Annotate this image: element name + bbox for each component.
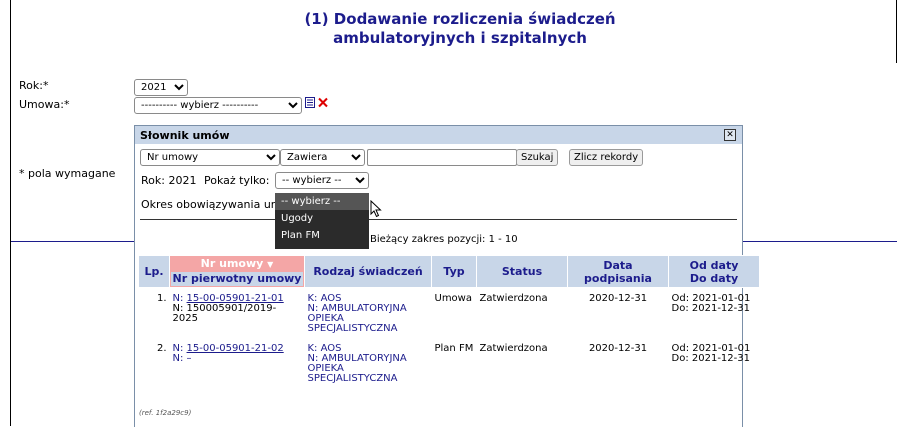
row-rodzaj-n: N: AMBULATORYJNA OPIEKA SPECJALISTYCZNA <box>307 353 407 384</box>
page-title: (1) Dodawanie rozliczenia świadczeń ambu… <box>304 10 616 47</box>
range-info: Bieżący zakres pozycji: 1 - 10 <box>370 234 518 245</box>
divider-left <box>11 241 135 242</box>
contract-link[interactable]: 15-00-05901-21-02 <box>187 343 284 354</box>
row-do: Do: 2021-12-31 <box>671 353 750 364</box>
ref-code: (ref. 1f2a29c9) <box>139 409 192 417</box>
row-rodzaj: K: AOS N: AMBULATORYJNA OPIEKA SPECJALIS… <box>305 336 432 386</box>
sort-header-nr: Nr umowy ▼ <box>170 256 304 271</box>
mouse-cursor-icon <box>370 199 382 218</box>
row-rodzaj: K: AOS N: AMBULATORYJNA OPIEKA SPECJALIS… <box>305 288 432 337</box>
row-daty: Od: 2021-01-01 Do: 2021-12-31 <box>669 336 760 386</box>
rok-label: Rok:* <box>19 79 49 92</box>
row-lp: 1. <box>156 293 167 304</box>
search-operator-select[interactable]: Zawiera <box>280 149 365 166</box>
dropdown-option-wybierz[interactable]: -- wybierz -- <box>275 193 369 210</box>
frame-left-border <box>10 0 11 426</box>
search-button[interactable]: Szukaj <box>516 149 559 166</box>
okres-label: Okres obowiązywania um <box>141 198 282 211</box>
dialog-close-icon[interactable]: ✕ <box>724 129 736 141</box>
row-typ: Umowa <box>434 293 473 304</box>
dropdown-option-ugody[interactable]: Ugody <box>275 210 369 227</box>
col-nr-umowy-label[interactable]: Nr umowy <box>201 257 264 270</box>
search-input[interactable] <box>367 149 517 166</box>
dropdown-option-plan-fm[interactable]: Plan FM <box>275 227 369 244</box>
required-note: * pola wymagane <box>19 167 116 180</box>
table-row: 2. N: 15-00-05901-21-02 N: – K: AOS N: A… <box>139 336 760 386</box>
row-nr: N: 15-00-05901-21-02 N: – <box>170 336 305 386</box>
row-lp: 2. <box>156 343 167 354</box>
col-od-daty: Od daty <box>689 258 739 272</box>
divider-right <box>742 241 897 242</box>
rok-select[interactable]: 2021 <box>134 79 188 96</box>
umowa-select[interactable]: ---------- wybierz ---------- <box>134 97 302 114</box>
row-data: 2020-12-31 <box>588 293 648 304</box>
col-daty: Od daty Do daty <box>668 255 760 288</box>
rok-info: Rok: 2021 <box>141 174 197 187</box>
col-rodzaj: Rodzaj świadczeń <box>304 255 432 288</box>
clear-icon[interactable] <box>318 97 328 108</box>
col-data-podpisania: Data podpisania <box>567 255 669 288</box>
dialog-title: Słownik umów <box>140 129 230 142</box>
row-nr-pierwotny: N: 150005901/2019-2025 <box>172 303 277 324</box>
row-status: Zatwierdzona <box>479 343 548 354</box>
dialog-separator <box>140 219 737 220</box>
row-daty: Od: 2021-01-01 Do: 2021-12-31 <box>669 288 760 337</box>
contracts-table: Lp. Nr umowy ▼ Nr pierwotny umowy Rodzaj… <box>138 255 760 386</box>
col-nr-pierwotny: Nr pierwotny umowy <box>171 272 303 286</box>
col-status: Status <box>476 255 568 288</box>
sort-desc-icon: ▼ <box>267 260 274 269</box>
table-row: 1. N: 15-00-05901-21-01 N: 150005901/201… <box>139 288 760 337</box>
col-lp: Lp. <box>138 255 170 288</box>
row-nr: N: 15-00-05901-21-01 N: 150005901/2019-2… <box>170 288 305 337</box>
row-rodzaj-n: N: AMBULATORYJNA OPIEKA SPECJALISTYCZNA <box>307 303 407 334</box>
count-records-button[interactable]: Zlicz rekordy <box>569 149 644 166</box>
pokaz-dropdown-list[interactable]: -- wybierz -- Ugody Plan FM <box>275 193 369 249</box>
list-icon[interactable] <box>305 97 315 108</box>
search-field-select[interactable]: Nr umowy <box>140 149 280 166</box>
table-header-row: Lp. Nr umowy ▼ Nr pierwotny umowy Rodzaj… <box>138 255 760 288</box>
row-typ: Plan FM <box>434 343 474 354</box>
pokaz-label: Pokaż tylko: <box>204 174 270 187</box>
frame-right-border <box>896 0 897 63</box>
row-nr-pierwotny: N: – <box>172 353 192 364</box>
row-data: 2020-12-31 <box>588 343 648 354</box>
row-status: Zatwierdzona <box>479 293 548 304</box>
pokaz-select[interactable]: -- wybierz -- <box>275 172 369 189</box>
col-do-daty: Do daty <box>689 271 739 285</box>
row-do: Do: 2021-12-31 <box>671 303 750 314</box>
col-typ: Typ <box>431 255 477 288</box>
umowa-label: Umowa:* <box>19 98 70 111</box>
col-nr-umowy[interactable]: Nr umowy ▼ Nr pierwotny umowy <box>169 255 305 288</box>
